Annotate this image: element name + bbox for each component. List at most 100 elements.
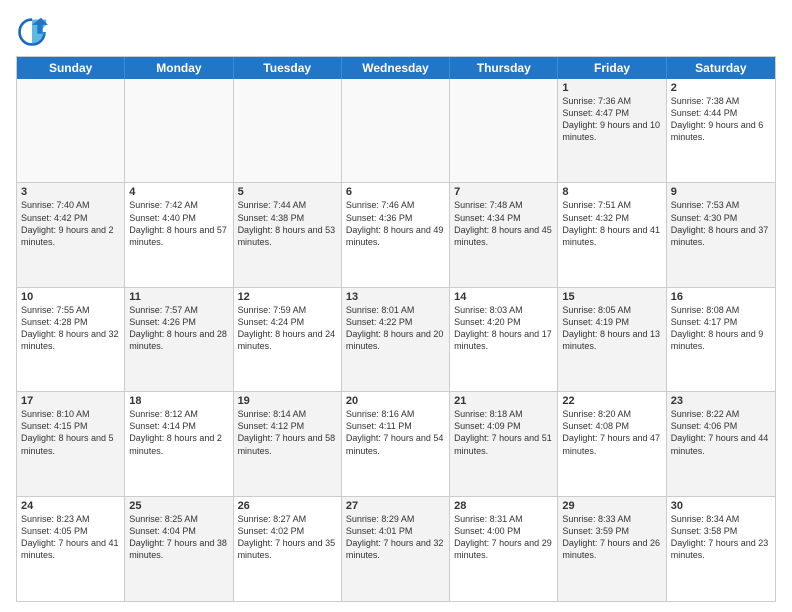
table-row (17, 79, 125, 182)
calendar-body: 1Sunrise: 7:36 AM Sunset: 4:47 PM Daylig… (17, 79, 775, 601)
table-row: 2Sunrise: 7:38 AM Sunset: 4:44 PM Daylig… (667, 79, 775, 182)
table-row: 19Sunrise: 8:14 AM Sunset: 4:12 PM Dayli… (234, 392, 342, 495)
table-row (342, 79, 450, 182)
table-row: 14Sunrise: 8:03 AM Sunset: 4:20 PM Dayli… (450, 288, 558, 391)
day-number: 11 (129, 291, 228, 303)
day-number: 13 (346, 291, 445, 303)
day-number: 6 (346, 186, 445, 198)
table-row: 1Sunrise: 7:36 AM Sunset: 4:47 PM Daylig… (558, 79, 666, 182)
day-number: 25 (129, 500, 228, 512)
day-info: Sunrise: 8:29 AM Sunset: 4:01 PM Dayligh… (346, 513, 445, 562)
day-number: 1 (562, 82, 661, 94)
day-info: Sunrise: 7:55 AM Sunset: 4:28 PM Dayligh… (21, 304, 120, 353)
day-info: Sunrise: 8:10 AM Sunset: 4:15 PM Dayligh… (21, 408, 120, 457)
table-row: 4Sunrise: 7:42 AM Sunset: 4:40 PM Daylig… (125, 183, 233, 286)
table-row: 15Sunrise: 8:05 AM Sunset: 4:19 PM Dayli… (558, 288, 666, 391)
weekday-header: Sunday (17, 57, 125, 79)
day-number: 5 (238, 186, 337, 198)
day-info: Sunrise: 7:53 AM Sunset: 4:30 PM Dayligh… (671, 199, 771, 248)
day-number: 3 (21, 186, 120, 198)
weekday-header: Saturday (667, 57, 775, 79)
day-info: Sunrise: 7:59 AM Sunset: 4:24 PM Dayligh… (238, 304, 337, 353)
day-number: 9 (671, 186, 771, 198)
weekday-header: Wednesday (342, 57, 450, 79)
day-number: 22 (562, 395, 661, 407)
table-row: 8Sunrise: 7:51 AM Sunset: 4:32 PM Daylig… (558, 183, 666, 286)
calendar-header: SundayMondayTuesdayWednesdayThursdayFrid… (17, 57, 775, 79)
weekday-header: Monday (125, 57, 233, 79)
day-number: 23 (671, 395, 771, 407)
table-row: 18Sunrise: 8:12 AM Sunset: 4:14 PM Dayli… (125, 392, 233, 495)
table-row: 22Sunrise: 8:20 AM Sunset: 4:08 PM Dayli… (558, 392, 666, 495)
logo (16, 16, 52, 48)
day-number: 21 (454, 395, 553, 407)
day-info: Sunrise: 8:20 AM Sunset: 4:08 PM Dayligh… (562, 408, 661, 457)
day-number: 2 (671, 82, 771, 94)
weekday-header: Friday (558, 57, 666, 79)
day-info: Sunrise: 8:14 AM Sunset: 4:12 PM Dayligh… (238, 408, 337, 457)
table-row: 16Sunrise: 8:08 AM Sunset: 4:17 PM Dayli… (667, 288, 775, 391)
table-row: 28Sunrise: 8:31 AM Sunset: 4:00 PM Dayli… (450, 497, 558, 601)
day-number: 15 (562, 291, 661, 303)
day-number: 14 (454, 291, 553, 303)
day-number: 10 (21, 291, 120, 303)
table-row: 20Sunrise: 8:16 AM Sunset: 4:11 PM Dayli… (342, 392, 450, 495)
day-info: Sunrise: 7:38 AM Sunset: 4:44 PM Dayligh… (671, 95, 771, 144)
table-row: 21Sunrise: 8:18 AM Sunset: 4:09 PM Dayli… (450, 392, 558, 495)
day-info: Sunrise: 7:51 AM Sunset: 4:32 PM Dayligh… (562, 199, 661, 248)
day-number: 28 (454, 500, 553, 512)
day-info: Sunrise: 8:18 AM Sunset: 4:09 PM Dayligh… (454, 408, 553, 457)
table-row: 10Sunrise: 7:55 AM Sunset: 4:28 PM Dayli… (17, 288, 125, 391)
day-number: 26 (238, 500, 337, 512)
day-number: 4 (129, 186, 228, 198)
table-row: 3Sunrise: 7:40 AM Sunset: 4:42 PM Daylig… (17, 183, 125, 286)
day-info: Sunrise: 7:36 AM Sunset: 4:47 PM Dayligh… (562, 95, 661, 144)
table-row: 30Sunrise: 8:34 AM Sunset: 3:58 PM Dayli… (667, 497, 775, 601)
day-number: 24 (21, 500, 120, 512)
calendar: SundayMondayTuesdayWednesdayThursdayFrid… (16, 56, 776, 602)
day-info: Sunrise: 8:08 AM Sunset: 4:17 PM Dayligh… (671, 304, 771, 353)
page-header (16, 16, 776, 48)
table-row: 11Sunrise: 7:57 AM Sunset: 4:26 PM Dayli… (125, 288, 233, 391)
day-info: Sunrise: 8:31 AM Sunset: 4:00 PM Dayligh… (454, 513, 553, 562)
calendar-row: 3Sunrise: 7:40 AM Sunset: 4:42 PM Daylig… (17, 183, 775, 287)
table-row: 29Sunrise: 8:33 AM Sunset: 3:59 PM Dayli… (558, 497, 666, 601)
day-info: Sunrise: 8:27 AM Sunset: 4:02 PM Dayligh… (238, 513, 337, 562)
table-row: 5Sunrise: 7:44 AM Sunset: 4:38 PM Daylig… (234, 183, 342, 286)
day-info: Sunrise: 8:05 AM Sunset: 4:19 PM Dayligh… (562, 304, 661, 353)
day-number: 20 (346, 395, 445, 407)
table-row (234, 79, 342, 182)
table-row (450, 79, 558, 182)
table-row: 12Sunrise: 7:59 AM Sunset: 4:24 PM Dayli… (234, 288, 342, 391)
day-number: 7 (454, 186, 553, 198)
day-info: Sunrise: 8:34 AM Sunset: 3:58 PM Dayligh… (671, 513, 771, 562)
table-row: 17Sunrise: 8:10 AM Sunset: 4:15 PM Dayli… (17, 392, 125, 495)
calendar-row: 17Sunrise: 8:10 AM Sunset: 4:15 PM Dayli… (17, 392, 775, 496)
day-number: 27 (346, 500, 445, 512)
day-info: Sunrise: 7:57 AM Sunset: 4:26 PM Dayligh… (129, 304, 228, 353)
weekday-header: Tuesday (234, 57, 342, 79)
day-number: 29 (562, 500, 661, 512)
table-row: 13Sunrise: 8:01 AM Sunset: 4:22 PM Dayli… (342, 288, 450, 391)
table-row: 9Sunrise: 7:53 AM Sunset: 4:30 PM Daylig… (667, 183, 775, 286)
table-row: 25Sunrise: 8:25 AM Sunset: 4:04 PM Dayli… (125, 497, 233, 601)
table-row: 7Sunrise: 7:48 AM Sunset: 4:34 PM Daylig… (450, 183, 558, 286)
day-info: Sunrise: 7:44 AM Sunset: 4:38 PM Dayligh… (238, 199, 337, 248)
day-number: 30 (671, 500, 771, 512)
day-number: 8 (562, 186, 661, 198)
day-info: Sunrise: 8:23 AM Sunset: 4:05 PM Dayligh… (21, 513, 120, 562)
day-number: 12 (238, 291, 337, 303)
day-info: Sunrise: 7:42 AM Sunset: 4:40 PM Dayligh… (129, 199, 228, 248)
table-row: 26Sunrise: 8:27 AM Sunset: 4:02 PM Dayli… (234, 497, 342, 601)
day-info: Sunrise: 8:01 AM Sunset: 4:22 PM Dayligh… (346, 304, 445, 353)
day-number: 16 (671, 291, 771, 303)
day-number: 17 (21, 395, 120, 407)
table-row: 6Sunrise: 7:46 AM Sunset: 4:36 PM Daylig… (342, 183, 450, 286)
logo-icon (16, 16, 48, 48)
calendar-row: 10Sunrise: 7:55 AM Sunset: 4:28 PM Dayli… (17, 288, 775, 392)
table-row (125, 79, 233, 182)
day-info: Sunrise: 7:40 AM Sunset: 4:42 PM Dayligh… (21, 199, 120, 248)
day-info: Sunrise: 7:48 AM Sunset: 4:34 PM Dayligh… (454, 199, 553, 248)
calendar-row: 1Sunrise: 7:36 AM Sunset: 4:47 PM Daylig… (17, 79, 775, 183)
weekday-header: Thursday (450, 57, 558, 79)
